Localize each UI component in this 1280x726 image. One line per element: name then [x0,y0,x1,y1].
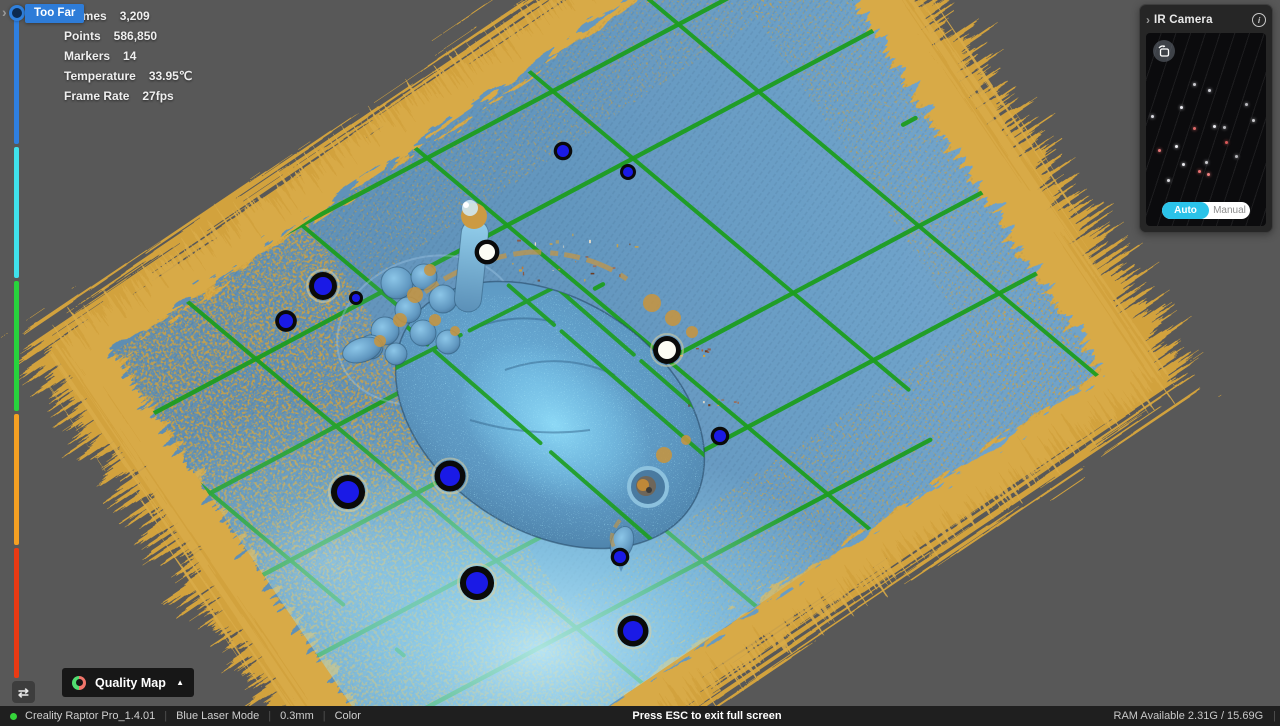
ir-dot [1158,149,1161,152]
laser-mode-label: Blue Laser Mode [176,710,259,722]
stat-markers: Markers14 [64,46,192,66]
manual-mode-button[interactable]: Manual [1209,205,1250,216]
scroll-indent [629,468,667,506]
colorbar-segment-too-near [14,548,19,678]
ir-dot [1205,161,1208,164]
ir-camera-header: › IR Camera i [1146,11,1266,28]
ir-dot [1193,127,1196,130]
stat-points: Points586,850 [64,26,192,46]
ir-camera-title: IR Camera [1154,14,1213,26]
distance-colorbar [14,14,19,678]
ir-dot [1245,103,1248,106]
colorbar-segment-near [14,414,19,544]
ir-dot [1167,179,1170,182]
ir-dot [1235,155,1238,158]
auto-mode-button[interactable]: Auto [1162,202,1209,219]
ir-dot [1180,106,1183,109]
left-panel-chevron-icon[interactable]: › [2,4,7,20]
swap-view-button[interactable]: ⇄ [12,681,35,703]
fullscreen-hint: Press ESC to exit full screen [632,710,781,722]
ir-camera-panel: › IR Camera i Auto Manual [1139,4,1273,233]
stat-temperature: Temperature33.95℃ [64,66,192,86]
ir-dot [1252,119,1255,122]
app-version-label: Creality Raptor Pro_1.4.01 [25,710,155,722]
scanner-app-window: { "overlay": { "tooltip": "Too Far", "st… [0,0,1280,726]
stat-framerate: Frame Rate27fps [64,86,192,106]
ram-available-label: RAM Available 2.31G / 15.69G [1114,710,1264,722]
ir-dot [1193,83,1196,86]
camera-flip-button[interactable] [1153,40,1175,62]
render-mode-label: Quality Map [95,676,166,690]
status-bar: Creality Raptor Pro_1.4.01 | Blue Laser … [0,706,1280,726]
connection-status-dot [10,713,17,720]
camera-flip-icon [1157,44,1171,58]
render-mode-dropdown[interactable]: Quality Map ▲ [62,668,194,697]
ir-dot [1213,125,1216,128]
ir-dot [1151,115,1154,118]
ir-dot [1225,141,1228,144]
ir-dot [1223,126,1226,129]
ir-dot [1208,89,1211,92]
caret-up-icon: ▲ [176,678,184,687]
collapse-chevron-icon[interactable]: › [1146,13,1150,27]
ir-dot [1175,145,1178,148]
distance-status-badge: Too Far [25,4,84,23]
scan-viewport[interactable] [0,0,1280,726]
color-mode-label: Color [335,710,361,722]
resolution-label: 0.3mm [280,710,314,722]
ir-dot [1207,173,1210,176]
quality-map-icon [72,676,86,690]
info-icon[interactable]: i [1252,13,1266,27]
colorbar-segment-far [14,147,19,277]
ir-dot [1198,170,1201,173]
ir-dot [1182,163,1185,166]
distance-indicator-handle [9,5,25,21]
ir-camera-preview: Auto Manual [1146,33,1266,226]
colorbar-segment-too-far [14,14,19,144]
exposure-mode-toggle: Auto Manual [1162,202,1250,219]
colorbar-segment-good [14,281,19,411]
